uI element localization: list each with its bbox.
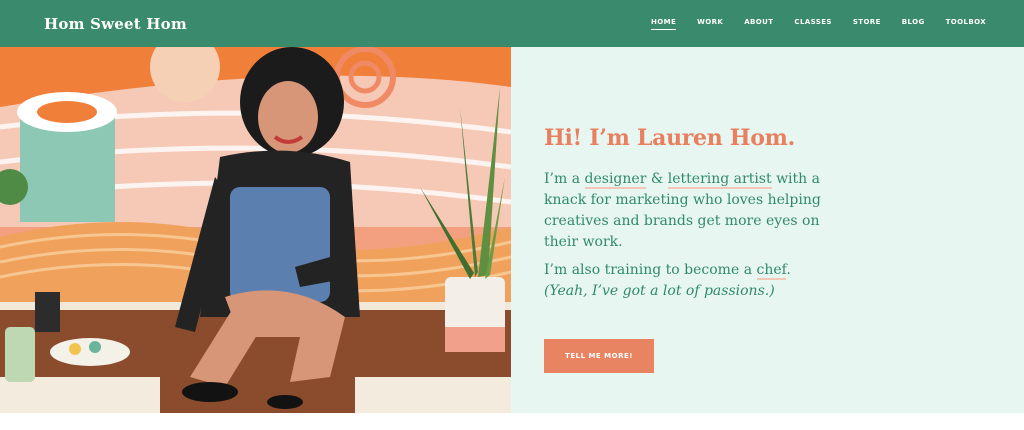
- passions-note: (Yeah, I’ve got a lot of passions.): [544, 283, 775, 299]
- intro-paragraph: I’m a designer & lettering artist with a…: [544, 169, 844, 253]
- tell-me-more-button[interactable]: TELL ME MORE!: [544, 339, 654, 373]
- hero-photo-illustration: [0, 47, 511, 413]
- designer-link[interactable]: designer: [584, 171, 647, 189]
- nav-about[interactable]: ABOUT: [744, 18, 773, 30]
- nav-work[interactable]: WORK: [697, 18, 723, 30]
- hero-photo: [0, 47, 511, 413]
- nav-blog[interactable]: BLOG: [902, 18, 925, 30]
- chef-link[interactable]: chef: [756, 262, 787, 280]
- nav-toolbox[interactable]: TOOLBOX: [946, 18, 986, 30]
- main-nav: HOME WORK ABOUT CLASSES STORE BLOG TOOLB…: [630, 18, 986, 30]
- site-logo[interactable]: Hom Sweet Hom: [44, 15, 187, 33]
- nav-classes[interactable]: CLASSES: [794, 18, 831, 30]
- intro-text: &: [646, 171, 668, 187]
- lettering-artist-link[interactable]: lettering artist: [667, 171, 772, 189]
- chef-text: I’m also training to become a: [544, 262, 757, 278]
- hero-heading: Hi! I’m Lauren Hom.: [544, 125, 796, 151]
- intro-text: I’m a: [544, 171, 585, 187]
- top-navigation-bar: Hom Sweet Hom HOME WORK ABOUT CLASSES ST…: [0, 0, 1024, 47]
- chef-paragraph: I’m also training to become a chef. (Yea…: [544, 260, 844, 302]
- nav-home[interactable]: HOME: [650, 18, 677, 30]
- nav-store[interactable]: STORE: [853, 18, 881, 30]
- chef-text: .: [786, 262, 791, 278]
- intro-panel: Hi! I’m Lauren Hom. I’m a designer & let…: [511, 47, 1024, 413]
